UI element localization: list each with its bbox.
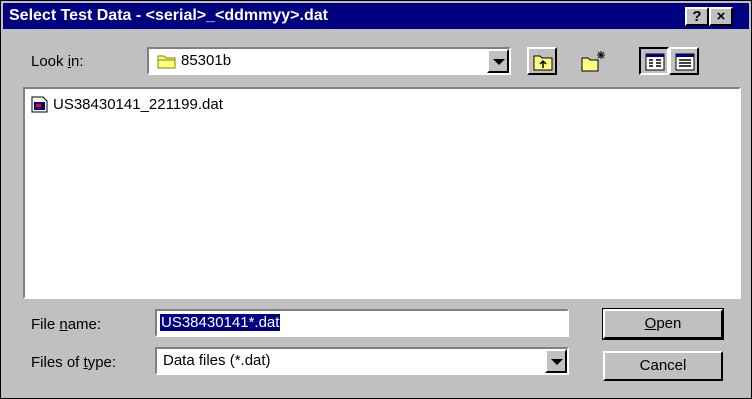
file-type-value: Data files (*.dat) [163,352,271,369]
details-view-button[interactable] [669,47,699,75]
chevron-down-icon [493,59,505,65]
file-type-select[interactable]: Data files (*.dat) [155,347,569,375]
list-view-button[interactable] [639,47,669,75]
look-in-combo[interactable]: 85301b [147,47,511,75]
look-in-dropdown-button[interactable] [487,49,509,73]
help-button[interactable]: ? [685,7,709,26]
chevron-down-icon [551,359,563,365]
file-name-label: File name: [31,316,102,333]
file-dialog: Select Test Data - <serial>_<ddmmyy>.dat… [0,0,752,399]
open-button[interactable]: Open [602,308,724,340]
file-name-input[interactable]: US38430141*.dat [155,309,569,337]
file-type-dropdown-button[interactable] [545,349,567,373]
cancel-button[interactable]: Cancel [603,351,723,381]
file-type-label: Files of type: [31,354,117,371]
file-name-value: US38430141*.dat [160,314,281,331]
details-view-icon [675,53,695,71]
title-bar[interactable]: Select Test Data - <serial>_<ddmmyy>.dat… [3,3,749,29]
look-in-label: Look in: [31,53,84,70]
up-one-level-button[interactable] [527,47,557,75]
data-file-icon [31,96,48,113]
close-button[interactable]: × [709,7,733,26]
look-in-value: 85301b [181,52,232,69]
file-name-text: US38430141_221199.dat [53,96,223,113]
folder-icon [157,55,176,69]
list-view-icon [645,53,665,71]
help-icon: ? [692,8,702,25]
up-folder-icon [533,55,553,71]
file-list[interactable]: US38430141_221199.dat [23,87,741,299]
close-icon: × [716,8,726,25]
create-new-folder-button[interactable] [577,47,607,75]
window-title: Select Test Data - <serial>_<ddmmyy>.dat [9,7,328,24]
new-folder-icon [581,51,605,72]
